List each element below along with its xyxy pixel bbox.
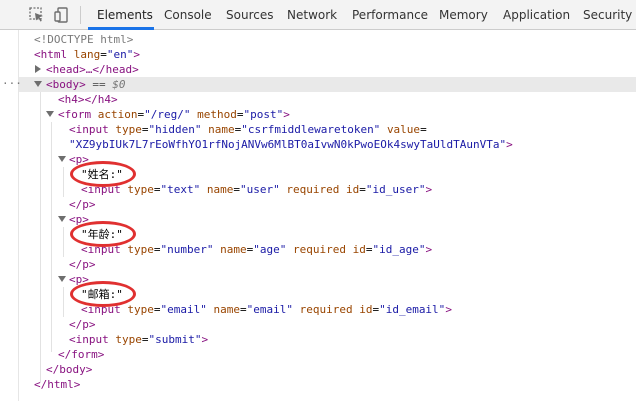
p-close-node: </p>	[69, 318, 96, 331]
field-label-age[interactable]: "年龄:"	[81, 227, 123, 242]
collapse-form-triangle[interactable]	[46, 111, 54, 117]
p-node[interactable]: <p>	[69, 152, 89, 167]
age-input-node[interactable]: <input type="number" name="age" required…	[81, 242, 432, 257]
indent-guide	[63, 287, 64, 317]
h4-node[interactable]: <h4></h4>	[58, 92, 118, 107]
user-input-node[interactable]: <input type="text" name="user" required …	[81, 182, 432, 197]
expand-head-triangle[interactable]	[35, 65, 41, 73]
head-node[interactable]: <head>…</head>	[46, 62, 139, 77]
form-close-node: </form>	[58, 348, 105, 361]
body-close-node: </body>	[46, 363, 93, 376]
indent-guide	[40, 92, 41, 382]
tab-performance[interactable]: Performance	[352, 0, 428, 30]
html-close-node: </html>	[34, 378, 81, 391]
node-actions-dots[interactable]: ···	[2, 76, 22, 91]
tab-sources[interactable]: Sources	[226, 0, 273, 30]
collapse-body-triangle[interactable]	[34, 81, 42, 87]
toolbar-separator	[80, 6, 81, 24]
field-label-email[interactable]: "邮箱:"	[81, 287, 123, 302]
p-close-node: </p>	[69, 198, 96, 211]
p-node[interactable]: <p>	[69, 272, 89, 287]
tab-elements[interactable]: Elements	[97, 0, 153, 30]
body-node[interactable]: <body> == $0	[46, 77, 126, 92]
form-node[interactable]: <form action="/reg/" method="post">	[58, 107, 290, 122]
tab-network[interactable]: Network	[287, 0, 337, 30]
elements-dom-tree: ··· <!DOCTYPE html> <html lang="en"> <he…	[0, 30, 636, 401]
devtools-toolbar: Elements Console Sources Network Perform…	[0, 0, 636, 30]
tab-console[interactable]: Console	[164, 0, 212, 30]
submit-input-node[interactable]: <input type="submit">	[69, 332, 208, 347]
tab-application[interactable]: Application	[503, 0, 570, 30]
html-node[interactable]: <html lang="en">	[34, 47, 140, 62]
collapse-p-triangle[interactable]	[58, 216, 66, 222]
tab-memory[interactable]: Memory	[439, 0, 488, 30]
indent-guide	[51, 122, 52, 352]
collapse-p-triangle[interactable]	[58, 156, 66, 162]
cursor-select-icon[interactable]	[29, 7, 45, 23]
hidden-input-node[interactable]: <input type="hidden" name="csrfmiddlewar…	[69, 122, 427, 137]
device-toggle-icon[interactable]	[54, 7, 70, 23]
email-input-node[interactable]: <input type="email" name="email" require…	[81, 302, 452, 317]
tab-security[interactable]: Security	[583, 0, 632, 30]
hidden-input-value: "XZ9ybIUk7L7rEoWfhYO1rfNojANVw6MlBT0aIvw…	[69, 138, 513, 151]
indent-guide	[63, 227, 64, 257]
field-label-name[interactable]: "姓名:"	[81, 167, 123, 182]
p-node[interactable]: <p>	[69, 212, 89, 227]
indent-guide	[63, 167, 64, 197]
collapse-p-triangle[interactable]	[58, 276, 66, 282]
doctype-node[interactable]: <!DOCTYPE html>	[34, 32, 133, 47]
p-close-node: </p>	[69, 258, 96, 271]
